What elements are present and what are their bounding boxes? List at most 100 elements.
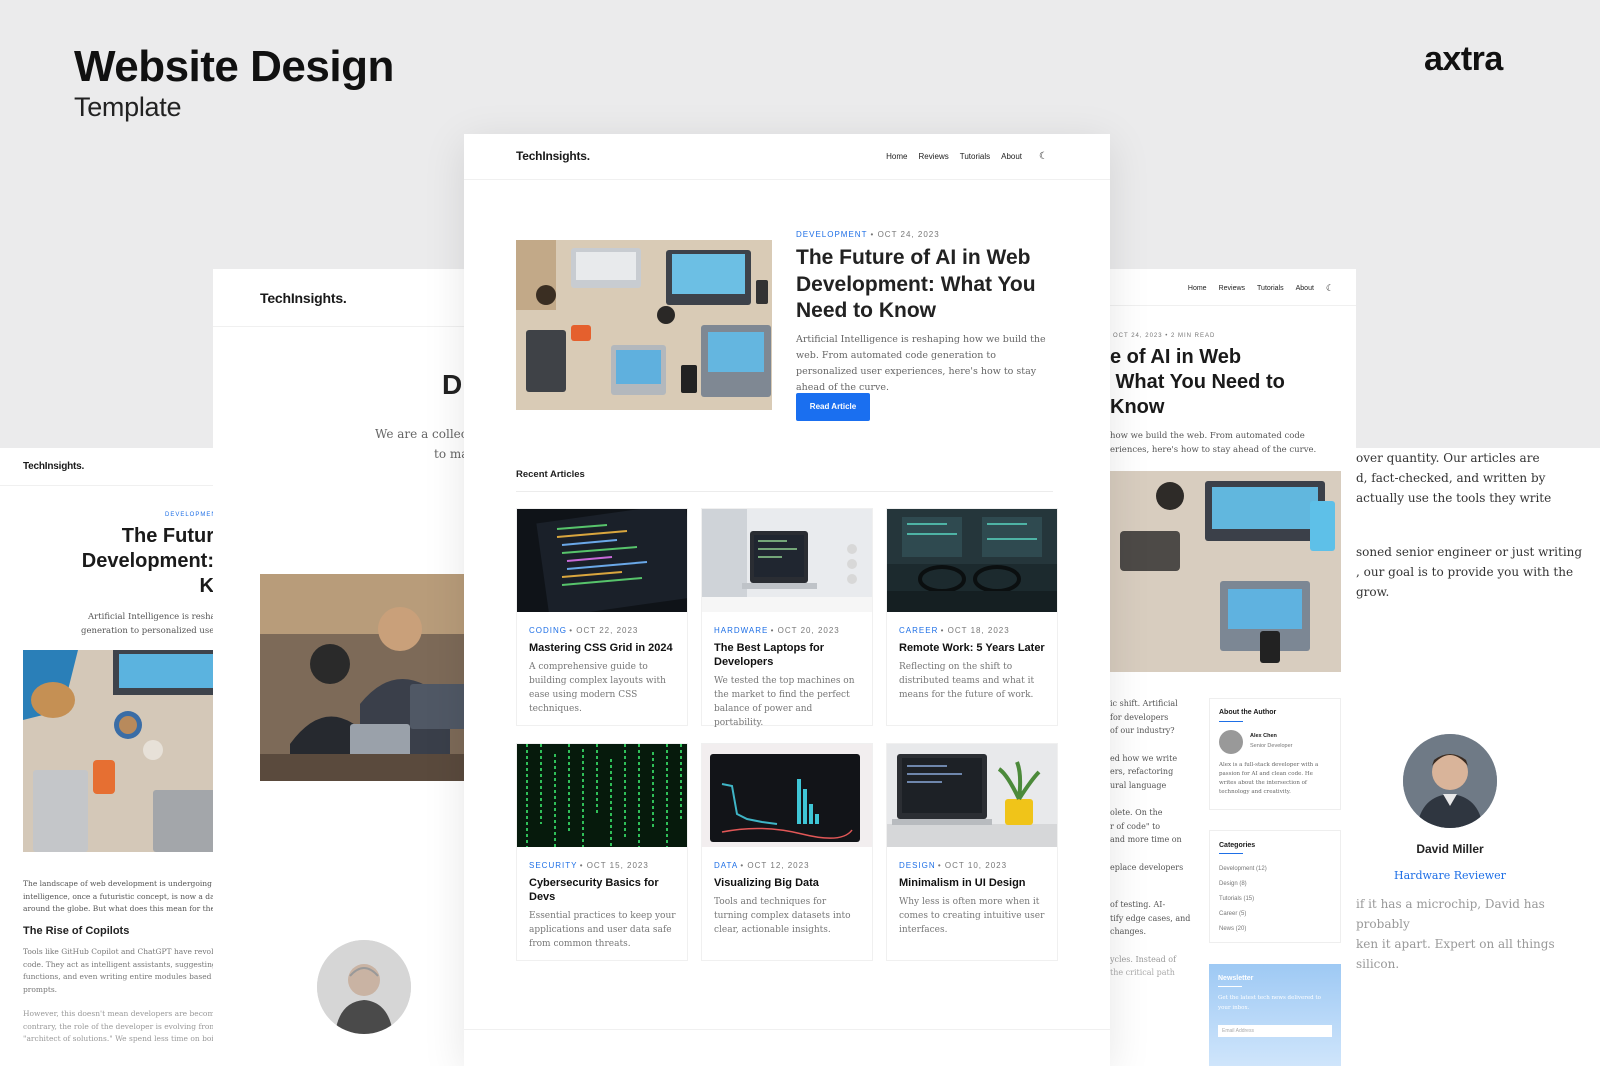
nav-about[interactable]: About	[1001, 152, 1022, 161]
article-title: What You Need to	[1110, 371, 1285, 393]
article-card[interactable]: DATA • OCT 12, 2023 Visualizing Big Data…	[701, 743, 873, 961]
article-category[interactable]: HARDWARE	[714, 626, 768, 635]
article-thumbnail	[702, 744, 872, 847]
moon-icon[interactable]: ☾	[1326, 283, 1334, 294]
hero-image	[516, 240, 772, 410]
hero-title[interactable]: The Future of AI in Web Development: Wha…	[796, 245, 1058, 325]
hero-category[interactable]: DEVELOPMENT	[796, 230, 867, 239]
article-title[interactable]: Remote Work: 5 Years Later	[899, 641, 1047, 655]
body-line: actually use the tools they write	[1356, 491, 1552, 505]
intro-text: to ma	[434, 447, 469, 461]
article-category[interactable]: SECURITY	[529, 861, 577, 870]
recent-articles-heading: Recent Articles	[516, 469, 585, 480]
team-photo	[260, 574, 483, 781]
article-thumbnail	[517, 509, 687, 612]
nav-home[interactable]: Home	[1188, 285, 1207, 292]
nav-reviews[interactable]: Reviews	[919, 152, 949, 161]
read-article-button[interactable]: Read Article	[796, 393, 870, 421]
body-line: code. They act as intelligent assistants…	[23, 959, 240, 969]
nav-home[interactable]: Home	[886, 152, 907, 161]
avatar	[1403, 734, 1497, 828]
cover-title: Website Design	[74, 42, 394, 91]
article-excerpt: how we build the web. From automated cod…	[1110, 431, 1305, 441]
site-logo[interactable]: TechInsights.	[23, 461, 84, 472]
body-line: grow.	[1356, 585, 1390, 599]
main-nav: Home Reviews Tutorials About ☾	[886, 151, 1048, 162]
newsletter-text: Get the latest tech news delivered to yo…	[1218, 995, 1321, 1011]
article-category[interactable]: DESIGN	[899, 861, 936, 870]
category-link[interactable]: News (20)	[1219, 922, 1267, 937]
article-card[interactable]: DESIGN • OCT 10, 2023 Minimalism in UI D…	[886, 743, 1058, 961]
category-link[interactable]: Career (5)	[1219, 907, 1267, 922]
brand-logo: axtra	[1424, 40, 1503, 78]
article-card[interactable]: HARDWARE • OCT 20, 2023 The Best Laptops…	[701, 508, 873, 728]
body-frag: tify edge cases, and	[1110, 913, 1191, 923]
body-frag: of our industry?	[1110, 726, 1175, 735]
article-hero-image	[1110, 471, 1341, 672]
article-excerpt: Essential practices to keep your applica…	[529, 911, 676, 949]
article-title: K	[199, 575, 214, 597]
article-hero-image	[23, 650, 223, 852]
site-logo[interactable]: TechInsights.	[516, 149, 590, 163]
newsletter-box: Newsletter Get the latest tech news deli…	[1209, 964, 1341, 1066]
category-link[interactable]: Tutorials (15)	[1219, 892, 1267, 907]
page-mockup-article-left: TechInsights. DEVELOPMENT The Futur Deve…	[0, 448, 240, 1066]
article-date: • OCT 15, 2023	[579, 861, 649, 870]
page-mockup-about: TechInsights. D We are a collect to ma	[213, 269, 483, 1066]
newsletter-email-input[interactable]: Email Address	[1218, 1025, 1332, 1037]
category-link[interactable]: Design (8)	[1219, 877, 1267, 892]
article-title[interactable]: Minimalism in UI Design	[899, 876, 1047, 890]
body-frag: and more time on	[1110, 835, 1182, 844]
article-excerpt: Reflecting on the shift to distributed t…	[899, 662, 1035, 700]
body-frag: of testing. AI-	[1110, 900, 1166, 909]
nav-about[interactable]: About	[1296, 285, 1314, 292]
avatar	[1219, 730, 1243, 754]
article-title: Know	[1110, 396, 1165, 418]
article-card[interactable]: CAREER • OCT 18, 2023 Remote Work: 5 Yea…	[886, 508, 1058, 726]
body-frag: for developers	[1110, 712, 1169, 722]
article-category[interactable]: CAREER	[899, 626, 938, 635]
page-mockup-homepage: TechInsights. Home Reviews Tutorials Abo…	[464, 134, 1110, 1066]
body-line: contrary, the role of the developer is e…	[23, 1021, 238, 1031]
page-heading: D	[442, 369, 463, 400]
body-line: Tools like GitHub Copilot and ChatGPT ha…	[23, 947, 236, 956]
body-frag: r of code" to	[1110, 821, 1161, 831]
body-line: The landscape of web development is unde…	[23, 879, 240, 888]
article-title[interactable]: The Best Laptops for Developers	[714, 641, 862, 669]
body-line: However, this doesn't mean developers ar…	[23, 1009, 239, 1018]
moon-icon[interactable]: ☾	[1039, 151, 1048, 162]
body-frag: changes.	[1110, 927, 1147, 936]
article-thumbnail	[702, 509, 872, 612]
article-category[interactable]: DATA	[714, 861, 738, 870]
article-title[interactable]: Cybersecurity Basics for Devs	[529, 876, 677, 904]
body-line: functions, and even writing entire modul…	[23, 972, 238, 981]
article-card[interactable]: CODING • OCT 22, 2023 Mastering CSS Grid…	[516, 508, 688, 726]
nav-reviews[interactable]: Reviews	[1219, 285, 1245, 292]
body-line: d, fact-checked, and written by	[1356, 471, 1546, 485]
body-frag: ural language	[1110, 780, 1167, 790]
newsletter-heading: Newsletter	[1218, 975, 1254, 982]
author-box-name: Alex Chen	[1250, 733, 1277, 739]
article-title: The Futur	[121, 525, 214, 547]
site-logo[interactable]: TechInsights.	[260, 290, 347, 306]
body-frag: eplace developers	[1110, 862, 1184, 872]
article-title: Development:	[81, 550, 214, 572]
article-excerpt: eriences, here's how to stay ahead of th…	[1110, 445, 1317, 455]
hero-excerpt: Artificial Intelligence is reshaping how…	[796, 334, 1046, 393]
article-date: • OCT 18, 2023	[940, 626, 1010, 635]
author-box-role: Senior Developer	[1250, 743, 1293, 749]
article-date: • OCT 20, 2023	[770, 626, 840, 635]
article-category[interactable]: CODING	[529, 626, 567, 635]
body-frag: ic shift. Artificial	[1110, 699, 1178, 708]
article-excerpt: A comprehensive guide to building comple…	[529, 662, 666, 714]
section-subheading: The Rise of Copilots	[23, 925, 130, 937]
article-title[interactable]: Mastering CSS Grid in 2024	[529, 641, 677, 655]
nav-tutorials[interactable]: Tutorials	[960, 152, 990, 161]
body-frag: ed how we write	[1110, 753, 1178, 763]
article-date: • OCT 22, 2023	[569, 626, 639, 635]
nav-tutorials[interactable]: Tutorials	[1257, 285, 1284, 292]
category-link[interactable]: Development (12)	[1219, 862, 1267, 877]
article-card[interactable]: SECURITY • OCT 15, 2023 Cybersecurity Ba…	[516, 743, 688, 961]
article-title[interactable]: Visualizing Big Data	[714, 876, 862, 890]
body-line: , our goal is to provide you with the	[1356, 565, 1574, 579]
